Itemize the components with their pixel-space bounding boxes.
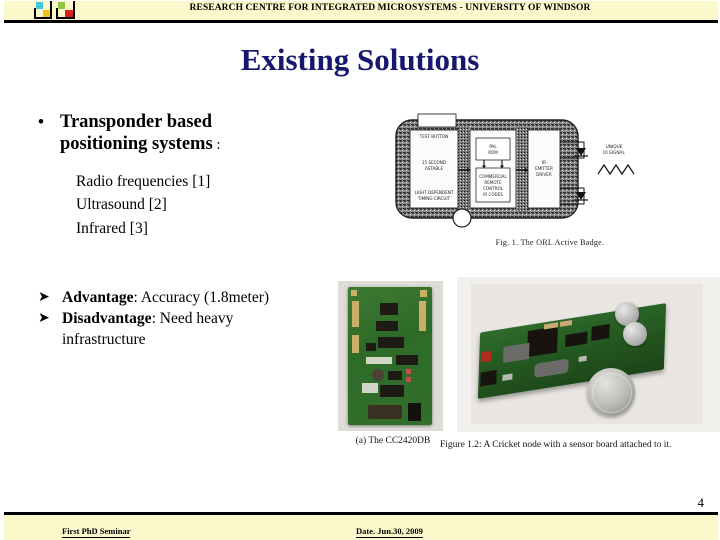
cricket-node-caption: Figure 1.2: A Cricket node with a sensor… — [440, 440, 672, 450]
pcb-chip-small — [366, 343, 376, 351]
cricket-resistor2 — [559, 319, 573, 327]
cc2420db-board — [348, 287, 432, 425]
pcb-led-red2 — [406, 377, 411, 382]
cricket-cap-large — [534, 358, 569, 378]
main-bullet: • Transponder based positioning systems … — [38, 112, 368, 156]
disadvantage-value: Need heavy — [159, 309, 234, 327]
pcb-header-left — [352, 301, 359, 327]
logo-square-yellow — [43, 10, 50, 17]
label-ir-2: EMITTER — [535, 166, 553, 171]
arrow-bullet-icon-advantage: ➤ — [38, 289, 50, 305]
cricket-shield — [502, 342, 530, 363]
advantage-row: ➤ Advantage: Accuracy (1.8meter) — [38, 288, 368, 309]
bullet-marker-icon: • — [38, 112, 44, 131]
disadvantage-separator: : — [151, 309, 160, 327]
label-ir-3: DRIVER — [536, 172, 552, 177]
cc2420db-photo — [338, 281, 443, 431]
label-pal: PAL — [489, 144, 497, 149]
disadvantage-label: Disadvantage — [62, 309, 152, 327]
label-remote-2: REMOTE — [484, 180, 502, 185]
advantage-separator: : — [133, 289, 141, 306]
label-remote-3: CONTROL — [483, 186, 504, 191]
page-number: 4 — [697, 495, 705, 510]
disadvantage-row: ➤ Disadvantage: Need heavy — [38, 309, 368, 330]
label-astable-2: ASTABLE — [425, 166, 443, 171]
advantage-label: Advantage — [62, 289, 134, 306]
page-title: Existing Solutions — [240, 42, 480, 77]
main-bullet-text: Transponder based positioning systems : — [60, 112, 368, 156]
label-remote-4: IR CODES — [483, 192, 503, 197]
advantage-value: Accuracy (1.8meter) — [140, 289, 270, 306]
cricket-buzzer — [527, 326, 558, 358]
label-test-button: TEST BUTTON — [419, 134, 449, 139]
cricket-photo-inner — [471, 284, 703, 424]
pcb-chip-dip — [378, 337, 404, 348]
cricket-usb-port — [480, 369, 497, 387]
pcb-chip-lower — [396, 355, 418, 365]
cricket-ic1 — [565, 331, 588, 348]
label-remote-1: COMMERCIAL — [479, 174, 507, 179]
arrow-bullet-icon-disadvantage: ➤ — [38, 309, 50, 326]
pcb-db9-connector — [368, 405, 402, 419]
footer-date-label: Date. Jun.30, 2009 — [356, 526, 423, 538]
label-signal-1: UNIQUE — [606, 144, 623, 150]
pros-cons-block: ➤ Advantage: Accuracy (1.8meter) ➤ Disad… — [38, 288, 368, 351]
content-text-column: • Transponder based positioning systems … — [38, 112, 368, 240]
cricket-coin-reference — [587, 368, 635, 416]
advantage-text: Advantage: Accuracy (1.8meter) — [62, 288, 368, 309]
pcb-chip-top — [380, 303, 398, 315]
logo-square-cyan — [36, 2, 43, 9]
pcb-silk-block1 — [366, 357, 392, 364]
pcb-chip-bottom — [380, 385, 404, 397]
header-banner-text: RESEARCH CENTRE FOR INTEGRATED MICROSYST… — [189, 3, 591, 13]
label-timing-2: TIMING CIRCUIT — [417, 196, 451, 201]
label-signal-2: ID SIGNAL — [603, 150, 625, 156]
pcb-cap-round — [372, 369, 384, 381]
pcb-header-right — [419, 301, 426, 331]
sub-list-item-radio: Radio frequencies [1] — [76, 172, 211, 190]
cricket-ic2 — [591, 324, 610, 341]
pcb-power-jack — [408, 403, 421, 421]
disadvantage-continuation: infrastructure — [62, 330, 146, 348]
cricket-node-photo — [457, 277, 720, 432]
label-ir-1: IR — [542, 160, 546, 165]
label-rom: ROM — [488, 150, 498, 155]
pcb-chip-ic — [388, 371, 402, 380]
sub-list: Radio frequencies [1] Ultrasound [2] Inf… — [76, 170, 368, 241]
cricket-smd2 — [578, 355, 587, 362]
pcb-corner-pad-tl — [351, 290, 357, 296]
logo-square-green — [58, 2, 65, 9]
pcb-header-left2 — [352, 335, 359, 353]
main-bullet-tail: : — [212, 136, 221, 153]
sub-list-item-ultrasound: Ultrasound [2] — [76, 196, 167, 214]
rcim-logo — [34, 1, 92, 21]
cricket-connector — [481, 350, 492, 363]
cricket-transducer-2 — [623, 322, 647, 346]
disadvantage-text: Disadvantage: Need heavy — [62, 309, 368, 330]
pcb-silk-block2 — [362, 383, 378, 393]
pcb-chip-mid — [376, 321, 398, 331]
logo-frame-black-6 — [73, 1, 75, 19]
main-bullet-line1: Transponder based — [60, 112, 212, 132]
sub-list-item-infrared: Infrared [3] — [76, 219, 148, 237]
main-bullet-line2: positioning systems — [60, 133, 213, 154]
pcb-led-red — [406, 369, 411, 374]
pcb-corner-pad-tr — [420, 290, 427, 297]
label-astable-1: 15 SECOND — [422, 160, 446, 165]
label-timing-1: LIGHT DEPENDENT — [415, 190, 454, 195]
cricket-smd1 — [502, 373, 513, 382]
footer-seminar-label: First PhD Seminar — [62, 526, 131, 538]
orl-badge-caption: Fig. 1. The ORL Active Badge. — [495, 238, 605, 247]
logo-frame-black-3 — [50, 1, 52, 19]
